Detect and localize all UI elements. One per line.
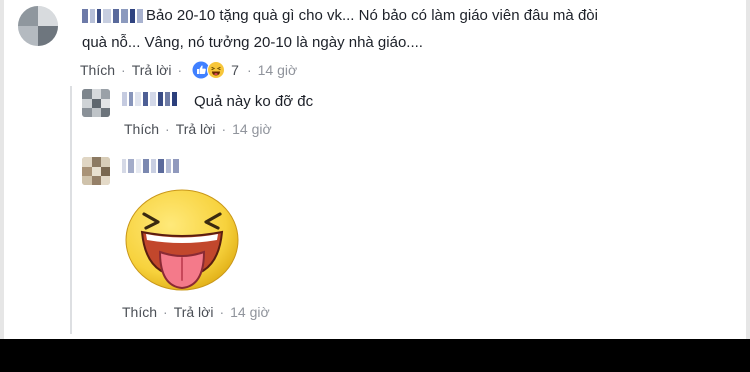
avatar[interactable] [18,6,58,46]
reply-link[interactable]: Trả lời [176,121,216,137]
avatar[interactable] [82,157,110,185]
haha-icon [207,61,226,79]
timestamp[interactable]: 14 giờ [232,121,272,137]
reply-link[interactable]: Trả lời [174,304,214,320]
reactions-summary[interactable]: 7 [192,61,241,79]
author-name-blurred[interactable] [122,159,179,173]
like-link[interactable]: Thích [80,62,115,78]
separator-dot: · [177,62,183,78]
timestamp[interactable]: 14 giờ [258,62,298,78]
like-link[interactable]: Thích [124,121,159,137]
reply-thread-line [70,86,72,334]
like-link[interactable]: Thích [122,304,157,320]
separator-dot: · [121,62,126,78]
timestamp[interactable]: 14 giờ [230,304,270,320]
bottom-black-bar [0,339,750,372]
separator-dot: · [221,121,227,137]
separator-dot: · [219,304,225,320]
comment-text: Bảo 20-10 tặng quà gì cho vk... Nó bảo c… [146,7,598,24]
comment-actions: Thích · Trả lời · 14 giờ [124,121,272,137]
tongue-out-emoji-sticker[interactable] [124,188,240,292]
reaction-count: 7 [231,62,239,78]
author-name-blurred[interactable] [82,9,143,23]
comment-thread: Bảo 20-10 tặng quà gì cho vk... Nó bảo c… [0,0,750,339]
separator-dot: · [163,304,168,320]
comment-actions: Thích · Trả lời · 7 · 14 giờ [80,61,297,79]
avatar[interactable] [82,89,110,117]
separator-dot: · [246,62,252,78]
reply-link[interactable]: Trả lời [132,62,172,78]
author-name-blurred[interactable] [122,92,177,106]
separator-dot: · [165,121,170,137]
comment-text: quà nỗ... Vâng, nó tưởng 20-10 là ngày n… [82,34,423,51]
comment-actions: Thích · Trả lời · 14 giờ [122,304,270,320]
comment-text: Quả này ko đỡ đc [194,93,314,110]
